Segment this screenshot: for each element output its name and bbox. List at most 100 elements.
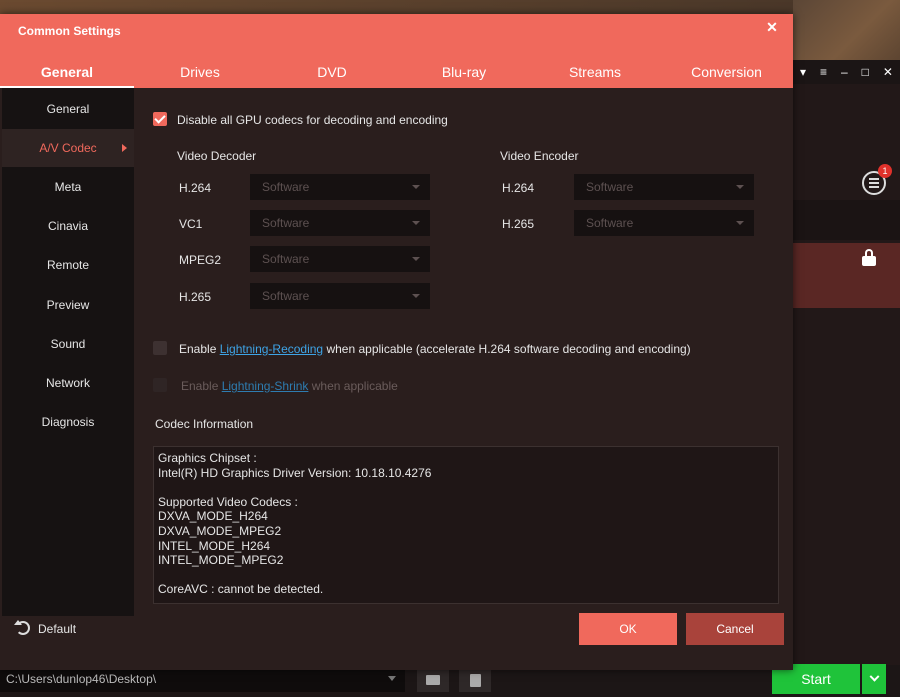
- lock-icon[interactable]: [862, 249, 876, 266]
- disable-gpu-label: Disable all GPU codecs for decoding and …: [177, 113, 448, 127]
- chevron-down-icon: [869, 671, 879, 682]
- chevron-down-icon: [412, 257, 420, 261]
- chevron-down-icon: [736, 185, 744, 189]
- codec-info-line: DXVA_MODE_H264: [158, 509, 268, 524]
- tab-conversion[interactable]: Conversion: [660, 56, 793, 88]
- cancel-button[interactable]: Cancel: [686, 613, 784, 645]
- close-icon[interactable]: ✕: [764, 19, 780, 35]
- window-controls: ▾ ≡ – □ ✕: [793, 60, 900, 84]
- panel-row: [793, 200, 900, 240]
- select-value: Software: [262, 180, 310, 194]
- chevron-down-icon: [412, 294, 420, 298]
- folder-icon: [426, 675, 440, 685]
- codec-info-line: INTEL_MODE_H264: [158, 538, 271, 553]
- minimize-icon[interactable]: –: [841, 65, 848, 79]
- sidebar-item-cinavia[interactable]: Cinavia: [2, 207, 134, 245]
- lightning-recoding-label: Enable Lightning-Recoding when applicabl…: [179, 342, 691, 356]
- panel-row-selected[interactable]: [793, 243, 900, 308]
- dialog-title: Common Settings: [18, 24, 121, 38]
- select-value: Software: [586, 180, 634, 194]
- sidebar-item-label: Meta: [54, 180, 82, 194]
- lightning-recoding-suffix: when applicable (accelerate H.264 softwa…: [323, 342, 691, 356]
- decoder-mpeg2-select[interactable]: Software: [250, 246, 430, 272]
- sidebar-item-label: Preview: [46, 298, 90, 312]
- ok-button[interactable]: OK: [579, 613, 677, 645]
- lightning-recoding-link[interactable]: Lightning-Recoding: [220, 342, 323, 356]
- tab-streams[interactable]: Streams: [530, 56, 660, 88]
- sidebar-item-diagnosis[interactable]: Diagnosis: [2, 403, 134, 441]
- sidebar-item-remote[interactable]: Remote: [2, 246, 134, 284]
- pin-icon[interactable]: ▾: [800, 65, 806, 79]
- decoder-codec-label: MPEG2: [179, 253, 222, 267]
- browse-folder-button[interactable]: [417, 668, 449, 692]
- codec-info-box: Graphics Chipset : Intel(R) HD Graphics D…: [153, 446, 779, 604]
- decoder-codec-label: VC1: [179, 217, 203, 231]
- tab-bar: General Drives DVD Blu-ray Streams Conve…: [0, 56, 793, 88]
- sidebar-item-sound[interactable]: Sound: [2, 325, 134, 363]
- default-button[interactable]: Default: [38, 622, 76, 636]
- sidebar-item-av-codec[interactable]: A/V Codec: [2, 129, 134, 167]
- encoder-h265-select[interactable]: Software: [574, 210, 754, 236]
- sidebar-item-label: General: [46, 102, 90, 116]
- decoder-codec-label: H.265: [179, 290, 212, 304]
- select-value: Software: [262, 252, 310, 266]
- decoder-h265-select[interactable]: Software: [250, 283, 430, 309]
- tab-general[interactable]: General: [0, 56, 134, 88]
- sidebar-item-preview[interactable]: Preview: [2, 286, 134, 324]
- sidebar-item-general[interactable]: General: [2, 90, 134, 128]
- video-encoder-heading: Video Encoder: [500, 149, 579, 163]
- right-panel: [793, 60, 900, 697]
- add-file-button[interactable]: [459, 668, 491, 692]
- output-path-field[interactable]: C:\Users\dunlop46\Desktop\: [0, 668, 405, 692]
- lightning-shrink-checkbox: [153, 378, 167, 392]
- sidebar-item-meta[interactable]: Meta: [2, 168, 134, 206]
- select-value: Software: [262, 216, 310, 230]
- lightning-shrink-label: Enable Lightning-Shrink when applicable: [181, 379, 398, 393]
- codec-info-heading: Codec Information: [155, 417, 254, 431]
- common-settings-dialog: Common Settings ✕ General Drives DVD Blu…: [0, 14, 793, 670]
- lightning-shrink-link: Lightning-Shrink: [221, 379, 309, 393]
- sidebar-item-label: Remote: [46, 258, 90, 272]
- tab-dvd[interactable]: DVD: [266, 56, 398, 88]
- lightning-recoding-prefix: Enable: [179, 342, 220, 356]
- decoder-h264-select[interactable]: Software: [250, 174, 430, 200]
- codec-info-line: [158, 568, 774, 583]
- decoder-codec-label: H.264: [179, 181, 212, 195]
- disable-gpu-checkbox[interactable]: [153, 112, 167, 126]
- chevron-down-icon: [412, 185, 420, 189]
- arrow-right-icon: [122, 144, 127, 152]
- codec-info-line: INTEL_MODE_MPEG2: [158, 553, 284, 568]
- select-value: Software: [586, 216, 634, 230]
- encoder-h264-select[interactable]: Software: [574, 174, 754, 200]
- path-dropdown-icon[interactable]: [388, 676, 396, 681]
- sidebar-item-label: Cinavia: [47, 219, 89, 233]
- sidebar-item-label: Sound: [50, 337, 86, 351]
- settings-sidebar: General A/V Codec Meta Cinavia Remote Pr…: [2, 88, 134, 616]
- chevron-down-icon: [736, 221, 744, 225]
- maximize-icon[interactable]: □: [862, 65, 869, 79]
- notification-badge: 1: [878, 164, 892, 178]
- video-decoder-heading: Video Decoder: [177, 149, 257, 163]
- sidebar-item-network[interactable]: Network: [2, 364, 134, 402]
- codec-info-line: Intel(R) HD Graphics Driver Version: 10.…: [158, 465, 432, 480]
- decoder-vc1-select[interactable]: Software: [250, 210, 430, 236]
- reset-icon[interactable]: [14, 620, 30, 635]
- start-options-button[interactable]: [862, 664, 886, 694]
- chevron-down-icon: [412, 221, 420, 225]
- encoder-codec-label: H.265: [502, 217, 535, 231]
- tab-drives[interactable]: Drives: [134, 56, 266, 88]
- sidebar-item-label: A/V Codec: [39, 141, 97, 155]
- dialog-header: Common Settings ✕ General Drives DVD Blu…: [0, 14, 793, 88]
- lightning-shrink-suffix: when applicable: [308, 379, 398, 393]
- tab-bluray[interactable]: Blu-ray: [398, 56, 530, 88]
- lightning-recoding-checkbox[interactable]: [153, 341, 167, 355]
- codec-info-line: Graphics Chipset :: [158, 451, 257, 465]
- lightning-shrink-prefix: Enable: [181, 379, 222, 393]
- codec-info-line: DXVA_MODE_MPEG2: [158, 523, 282, 538]
- menu-icon[interactable]: ≡: [820, 65, 827, 79]
- sidebar-item-label: Network: [45, 376, 90, 390]
- encoder-codec-label: H.264: [502, 181, 535, 195]
- close-app-icon[interactable]: ✕: [883, 65, 893, 79]
- codec-info-line: CoreAVC : cannot be detected.: [158, 582, 324, 597]
- av-codec-panel: Disable all GPU codecs for decoding and …: [134, 88, 791, 616]
